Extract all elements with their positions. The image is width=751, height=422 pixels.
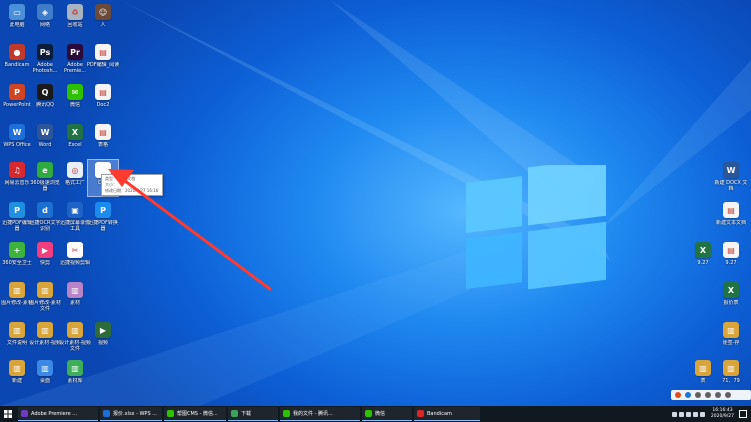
taskbar-item-1[interactable]: Adobe Premiere ... <box>18 407 98 421</box>
taskbar-item-label: 我的文件 - 腾讯... <box>293 411 333 417</box>
windows-start-icon <box>4 410 12 418</box>
wechat-icon <box>167 410 174 417</box>
taskbar-item-label: 帮图CMS - 微信... <box>177 411 218 417</box>
keyboard-icon[interactable] <box>705 392 711 398</box>
taskbar-item-label: 报价.xlsx - WPS ... <box>113 411 157 417</box>
taskbar-item-label: 下载 <box>241 411 252 417</box>
notification-icon[interactable] <box>739 410 747 418</box>
clock[interactable]: 16:16:43 2020/9/27 <box>711 408 734 420</box>
browser-icon <box>283 410 290 417</box>
clock-date: 2020/9/27 <box>710 414 734 419</box>
taskbar-item-label: Bandicam <box>427 410 452 417</box>
taskbar: Adobe Premiere ... 报价.xlsx - WPS ... 帮图CMS… <box>0 406 751 422</box>
language-icon[interactable] <box>685 392 691 398</box>
premiere-icon <box>21 410 28 417</box>
taskbar-item-4[interactable]: 下载 <box>228 407 278 421</box>
settings-icon[interactable] <box>725 392 731 398</box>
ime-toolbar[interactable] <box>671 390 751 400</box>
red-arrow-annotation <box>108 169 272 291</box>
wps-icon <box>103 410 110 417</box>
wechat-icon <box>365 410 372 417</box>
desktop[interactable]: ▭ 此电脑 ◈ 网络 ♻ 回收站 ☺ 人 ● Bandicam Ps Adobe Photosh...… <box>0 0 751 406</box>
taskbar-item-2[interactable]: 报价.xlsx - WPS ... <box>100 407 162 421</box>
microphone-icon[interactable] <box>695 392 701 398</box>
taskbar-apps: Adobe Premiere ... 报价.xlsx - WPS ... 帮图CMS… <box>16 407 480 421</box>
start-button[interactable] <box>0 406 16 422</box>
taskbar-item-label: 微信 <box>375 411 386 417</box>
tray-icon[interactable] <box>671 411 677 417</box>
network-icon[interactable] <box>685 411 691 417</box>
input-method-icon[interactable] <box>699 411 705 417</box>
emoji-icon[interactable] <box>715 392 721 398</box>
taskbar-item-3[interactable]: 帮图CMS - 微信... <box>164 407 226 421</box>
taskbar-item-7[interactable]: Bandicam <box>414 407 480 421</box>
taskbar-item-5[interactable]: 我的文件 - 腾讯... <box>280 407 360 421</box>
download-icon <box>231 410 238 417</box>
taskbar-item-6[interactable]: 微信 <box>362 407 412 421</box>
system-tray: 16:16:43 2020/9/27 <box>670 406 751 422</box>
tray-icon[interactable] <box>678 411 684 417</box>
ime-logo-icon[interactable] <box>675 392 681 398</box>
volume-icon[interactable] <box>692 411 698 417</box>
taskbar-item-label: Adobe Premiere ... <box>31 410 78 417</box>
bandicam-icon <box>417 410 424 417</box>
